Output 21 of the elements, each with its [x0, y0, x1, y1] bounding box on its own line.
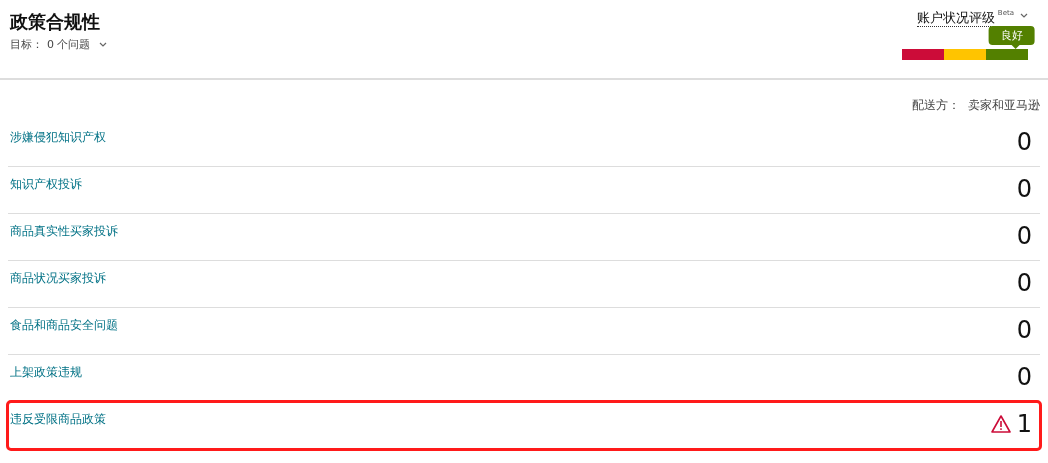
issue-link[interactable]: 涉嫌侵犯知识产权 — [10, 129, 106, 146]
issue-count: 0 — [1016, 222, 1032, 250]
issue-count: 0 — [1016, 128, 1032, 156]
issue-link[interactable]: 知识产权投诉 — [10, 176, 82, 193]
issue-count: 0 — [1016, 316, 1032, 344]
fulfilment-label: 配送方： 卖家和亚马逊 — [911, 97, 1040, 114]
target-label: 目标： — [10, 37, 43, 52]
issue-link[interactable]: 食品和商品安全问题 — [10, 317, 118, 334]
issue-link[interactable]: 商品状况买家投诉 — [10, 270, 106, 287]
issue-link[interactable]: 上架政策违规 — [10, 364, 82, 381]
chevron-down-icon[interactable] — [1020, 13, 1028, 19]
issue-link[interactable]: 商品真实性买家投诉 — [10, 223, 118, 240]
issue-count: 0 — [1016, 269, 1032, 297]
issue-count: 0 — [1016, 363, 1032, 391]
chevron-down-icon[interactable] — [98, 41, 107, 48]
target-value: 0 个问题 — [47, 37, 91, 52]
issue-count: 0 — [1016, 175, 1032, 203]
warning-icon — [990, 415, 1011, 433]
page-title: 政策合规性 — [10, 10, 101, 34]
issue-link[interactable]: 违反受限商品政策 — [10, 411, 106, 428]
issue-count: 1 — [1016, 410, 1032, 438]
